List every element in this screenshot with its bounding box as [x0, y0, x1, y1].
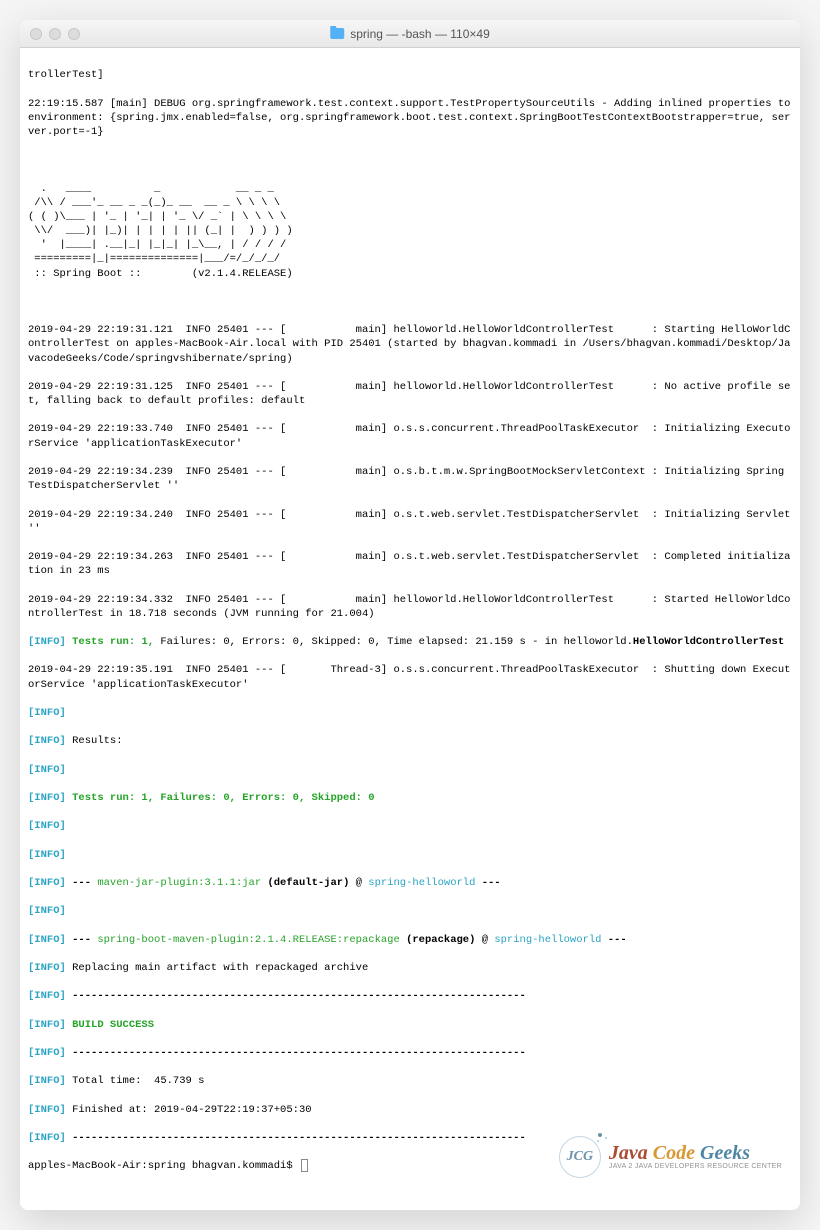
info-line: [INFO] Results:	[28, 734, 792, 748]
watermark: JCG Java Code Geeks JAVA 2 JAVA DEVELOPE…	[559, 1136, 782, 1178]
info-line: [INFO] ---------------------------------…	[28, 1046, 792, 1060]
info-tag: [INFO]	[28, 1132, 66, 1144]
log-line: 2019-04-29 22:19:31.125 INFO 25401 --- […	[28, 380, 792, 408]
tests-rest: Failures: 0, Errors: 0, Skipped: 0, Time…	[154, 636, 633, 648]
wm-java: Java	[609, 1142, 653, 1164]
info-line: [INFO] Finished at: 2019-04-29T22:19:37+…	[28, 1103, 792, 1117]
info-tag: [INFO]	[28, 735, 66, 747]
info-line: [INFO] Total time: 45.739 s	[28, 1074, 792, 1088]
log-line: 2019-04-29 22:19:34.263 INFO 25401 --- […	[28, 550, 792, 578]
dash: ---	[66, 877, 98, 889]
log-line: 2019-04-29 22:19:34.239 INFO 25401 --- […	[28, 465, 792, 493]
wm-code: Code	[653, 1142, 700, 1164]
title-text: spring — -bash — 110×49	[350, 27, 490, 41]
info-line: [INFO]	[28, 819, 792, 833]
at: @	[475, 934, 494, 946]
tests-run: Tests run: 1,	[66, 636, 154, 648]
info-tag: [INFO]	[28, 1104, 66, 1116]
info-line: [INFO]	[28, 848, 792, 862]
info-tag: [INFO]	[28, 905, 66, 917]
watermark-badge: JCG	[559, 1136, 601, 1178]
total-time: Total time: 45.739 s	[66, 1075, 205, 1087]
tests-line: [INFO] Tests run: 1, Failures: 0, Errors…	[28, 635, 792, 649]
info-line: [INFO] BUILD SUCCESS	[28, 1018, 792, 1032]
project: spring-helloworld	[368, 877, 475, 889]
build-success: BUILD SUCCESS	[66, 1019, 154, 1031]
dash-line: ----------------------------------------…	[66, 990, 526, 1002]
terminal-body[interactable]: trollerTest] 22:19:15.587 [main] DEBUG o…	[20, 48, 800, 1210]
plugin-line: [INFO] --- maven-jar-plugin:3.1.1:jar (d…	[28, 876, 792, 890]
info-line: [INFO]	[28, 706, 792, 720]
log-line: 2019-04-29 22:19:34.332 INFO 25401 --- […	[28, 593, 792, 621]
info-tag: [INFO]	[28, 707, 66, 719]
info-tag: [INFO]	[28, 849, 66, 861]
cursor-icon	[301, 1159, 308, 1172]
log-line: 22:19:15.587 [main] DEBUG org.springfram…	[28, 97, 792, 140]
watermark-text: Java Code Geeks JAVA 2 JAVA DEVELOPERS R…	[609, 1143, 782, 1170]
at: @	[349, 877, 368, 889]
plugin-name: spring-boot-maven-plugin:2.1.4.RELEASE:r…	[97, 934, 399, 946]
info-tag: [INFO]	[28, 820, 66, 832]
info-tag: [INFO]	[28, 1047, 66, 1059]
info-line: [INFO] Tests run: 1, Failures: 0, Errors…	[28, 791, 792, 805]
info-line: [INFO]	[28, 904, 792, 918]
goal: (default-jar)	[261, 877, 349, 889]
info-tag: [INFO]	[28, 990, 66, 1002]
folder-icon	[330, 28, 344, 39]
log-line: 2019-04-29 22:19:34.240 INFO 25401 --- […	[28, 508, 792, 536]
info-tag: [INFO]	[28, 877, 66, 889]
info-tag: [INFO]	[28, 764, 66, 776]
goal: (repackage)	[400, 934, 476, 946]
spring-banner: . ____ _ __ _ _ /\\ / ___'_ __ _ _(_)_ _…	[28, 182, 792, 281]
dash-line: ----------------------------------------…	[66, 1047, 526, 1059]
info-tag: [INFO]	[28, 1019, 66, 1031]
close-icon[interactable]	[30, 28, 42, 40]
test-summary: Tests run: 1, Failures: 0, Errors: 0, Sk…	[66, 792, 375, 804]
plugin-line: [INFO] --- spring-boot-maven-plugin:2.1.…	[28, 933, 792, 947]
log-line: 2019-04-29 22:19:35.191 INFO 25401 --- […	[28, 663, 792, 691]
info-tag: [INFO]	[28, 962, 66, 974]
results-label: Results:	[66, 735, 123, 747]
blank-line	[28, 295, 792, 309]
shell-prompt: apples-MacBook-Air:spring bhagvan.kommad…	[28, 1160, 299, 1172]
info-tag: [INFO]	[28, 636, 66, 648]
dash: ---	[66, 934, 98, 946]
log-line: trollerTest]	[28, 68, 792, 82]
zoom-icon[interactable]	[68, 28, 80, 40]
plugin-name: maven-jar-plugin:3.1.1:jar	[97, 877, 261, 889]
blank-line	[28, 153, 792, 167]
dash: ---	[475, 877, 500, 889]
window-title: spring — -bash — 110×49	[330, 27, 490, 41]
info-tag: [INFO]	[28, 1075, 66, 1087]
log-line: 2019-04-29 22:19:33.740 INFO 25401 --- […	[28, 422, 792, 450]
dash: ---	[601, 934, 626, 946]
log-line: 2019-04-29 22:19:31.121 INFO 25401 --- […	[28, 323, 792, 366]
info-tag: [INFO]	[28, 934, 66, 946]
tests-class: HelloWorldControllerTest	[633, 636, 784, 648]
replace-line: Replacing main artifact with repackaged …	[66, 962, 368, 974]
minimize-icon[interactable]	[49, 28, 61, 40]
info-tag: [INFO]	[28, 792, 66, 804]
project: spring-helloworld	[494, 934, 601, 946]
info-line: [INFO] ---------------------------------…	[28, 989, 792, 1003]
traffic-lights	[30, 28, 80, 40]
dash-line: ----------------------------------------…	[66, 1132, 526, 1144]
info-line: [INFO]	[28, 763, 792, 777]
titlebar: spring — -bash — 110×49	[20, 20, 800, 48]
wm-subtitle: JAVA 2 JAVA DEVELOPERS RESOURCE CENTER	[609, 1163, 782, 1170]
finished-at: Finished at: 2019-04-29T22:19:37+05:30	[66, 1104, 312, 1116]
wm-geeks: Geeks	[700, 1142, 750, 1164]
info-line: [INFO] Replacing main artifact with repa…	[28, 961, 792, 975]
terminal-window: spring — -bash — 110×49 trollerTest] 22:…	[20, 20, 800, 1210]
